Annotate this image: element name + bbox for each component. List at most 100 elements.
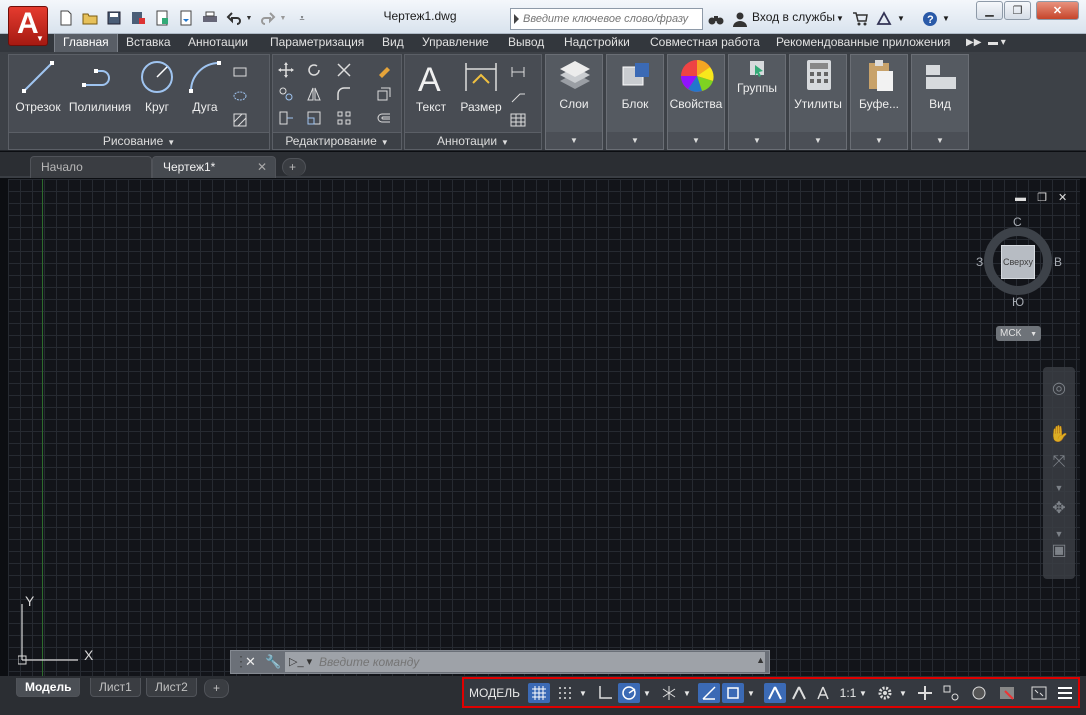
search-box[interactable] — [510, 8, 703, 30]
line-tool[interactable]: Отрезок — [15, 59, 61, 114]
hardware-acceleration-icon[interactable] — [968, 683, 990, 703]
steering-wheel-icon[interactable]: ◎ — [1048, 377, 1070, 399]
tab-home[interactable]: Главная — [54, 34, 118, 52]
panel-annotation-title[interactable]: Аннотации ▼ — [405, 132, 541, 149]
print-icon[interactable] — [200, 9, 220, 27]
offset-icon[interactable] — [375, 109, 393, 127]
minimize-button[interactable]: ▁ — [976, 1, 1003, 20]
auto-scale-icon[interactable] — [788, 683, 810, 703]
mirror-icon[interactable] — [305, 85, 323, 103]
groups-expand-icon[interactable]: ▼ — [729, 132, 785, 149]
trim-icon[interactable] — [335, 61, 353, 79]
customize-menu-icon[interactable] — [1054, 683, 1076, 703]
tab-parametric[interactable]: Параметризация — [262, 34, 372, 52]
command-prompt-icon[interactable]: ▷_ ▾ — [289, 655, 312, 668]
command-history-icon[interactable]: ▲ — [756, 655, 765, 665]
save-icon[interactable] — [104, 9, 124, 27]
snap-icon[interactable] — [554, 683, 576, 703]
compass-east[interactable]: В — [1054, 255, 1062, 269]
wrench-icon[interactable]: 🔧 — [265, 654, 281, 670]
scale-icon[interactable] — [305, 109, 323, 127]
workspace-gear-icon[interactable] — [874, 683, 896, 703]
panel-utilities[interactable]: Утилиты ▼ — [789, 54, 847, 150]
tab-addins[interactable]: Надстройки — [556, 34, 638, 52]
grid-icon[interactable] — [528, 683, 550, 703]
model-space-toggle[interactable]: МОДЕЛЬ — [469, 683, 520, 703]
isometric-icon[interactable] — [658, 683, 680, 703]
fillet-icon[interactable] — [335, 85, 353, 103]
polar-tracking-icon[interactable] — [618, 683, 640, 703]
viewport-minimize-icon[interactable]: ▬ — [1015, 192, 1026, 204]
binoculars-icon[interactable] — [706, 10, 726, 28]
compass-south[interactable]: Ю — [1012, 295, 1024, 309]
hatch-icon[interactable] — [231, 111, 249, 129]
panel-groups[interactable]: Группы ▼ — [728, 54, 786, 150]
stretch-icon[interactable] — [277, 109, 295, 127]
scale-label[interactable]: 1:1 — [838, 683, 858, 703]
panel-clipboard[interactable]: Буфе... ▼ — [850, 54, 908, 150]
erase-icon[interactable] — [375, 61, 393, 79]
drawing-canvas[interactable]: ▬ ❐ ✕ Сверху С Ю З В МСК ▼ ◎ ✋ ⤧ ▼ ✥ ▼ ▣… — [8, 179, 1080, 676]
pan-icon[interactable]: ✋ — [1048, 423, 1070, 445]
explode-icon[interactable] — [375, 85, 393, 103]
search-expand-icon[interactable] — [514, 14, 519, 24]
copy-icon[interactable] — [277, 85, 295, 103]
snap-dropdown-icon[interactable]: ▼ — [578, 683, 588, 703]
polyline-tool[interactable]: Полилиния — [67, 59, 133, 114]
fullscreen-icon[interactable] — [1028, 683, 1050, 703]
view-expand-icon[interactable]: ▼ — [912, 132, 968, 149]
zoom-dropdown-icon[interactable]: ▼ — [1048, 477, 1070, 499]
panel-draw-title[interactable]: Рисование ▼ — [9, 132, 269, 149]
annotation-scale-icon[interactable] — [812, 683, 834, 703]
compass-north[interactable]: С — [1013, 215, 1022, 229]
ortho-icon[interactable] — [594, 683, 616, 703]
arc-tool[interactable]: Дуга — [185, 59, 225, 114]
rectangle-icon[interactable] — [231, 63, 249, 81]
save-as-icon[interactable] — [128, 9, 148, 27]
workspace-dropdown-icon[interactable]: ▼ — [898, 683, 908, 703]
publish-icon[interactable] — [176, 9, 196, 27]
cart-icon[interactable] — [850, 10, 870, 28]
layers-expand-icon[interactable]: ▼ — [546, 132, 602, 149]
panel-block[interactable]: Блок ▼ — [606, 54, 664, 150]
viewcube-top-face[interactable]: Сверху — [1001, 245, 1035, 279]
ucs-icon[interactable]: Y X — [18, 594, 98, 672]
isolate-objects-icon[interactable] — [940, 683, 962, 703]
ellipse-icon[interactable] — [231, 87, 249, 105]
tab-featured-apps[interactable]: Рекомендованные приложения — [768, 34, 958, 52]
viewport-restore-icon[interactable]: ❐ — [1037, 192, 1047, 204]
object-snap-tracking-icon[interactable] — [698, 683, 720, 703]
annotation-visibility-icon[interactable] — [764, 683, 786, 703]
tab-manage[interactable]: Управление — [414, 34, 497, 52]
orbit-icon[interactable]: ✥ — [1048, 497, 1070, 519]
command-input[interactable] — [319, 653, 739, 671]
application-menu-button[interactable]: A ▼ — [8, 6, 48, 46]
clipboard-expand-icon[interactable]: ▼ — [851, 132, 907, 149]
file-tab-start[interactable]: Начало — [30, 156, 152, 178]
export-icon[interactable] — [152, 9, 172, 27]
text-tool[interactable]: A Текст — [411, 59, 451, 114]
move-icon[interactable] — [277, 61, 295, 79]
a360-dropdown-icon[interactable]: ▼ — [897, 14, 905, 23]
dimension-tool[interactable]: Размер — [459, 59, 503, 114]
search-input[interactable] — [523, 10, 701, 28]
ucs-menu-button[interactable]: МСК ▼ — [996, 326, 1041, 341]
panel-layers[interactable]: Слои ▼ — [545, 54, 603, 150]
scale-dropdown-icon[interactable]: ▼ — [858, 683, 868, 703]
rotate-icon[interactable] — [305, 61, 323, 79]
undo-dropdown-icon[interactable]: ▼ — [244, 9, 254, 27]
panel-properties[interactable]: Свойства ▼ — [667, 54, 725, 150]
osnap-dropdown-icon[interactable]: ▼ — [746, 683, 756, 703]
signin-label[interactable]: Вход в службы — [752, 10, 835, 24]
clean-screen-icon[interactable] — [996, 683, 1018, 703]
customize-qat-icon[interactable]: ⩡ — [292, 9, 312, 27]
signin-dropdown-icon[interactable]: ▼ — [836, 14, 844, 23]
object-snap-icon[interactable] — [722, 683, 744, 703]
help-dropdown-icon[interactable]: ▼ — [942, 14, 950, 23]
ribbon-minimize-icon[interactable]: ▬ ▾ — [980, 34, 1014, 52]
restore-button[interactable]: ❐ — [1004, 1, 1031, 20]
linear-dim-icon[interactable] — [509, 63, 527, 81]
circle-tool[interactable]: Круг — [137, 59, 177, 114]
annotation-monitor-icon[interactable] — [914, 683, 936, 703]
zoom-extents-icon[interactable]: ⤧ — [1048, 451, 1070, 473]
